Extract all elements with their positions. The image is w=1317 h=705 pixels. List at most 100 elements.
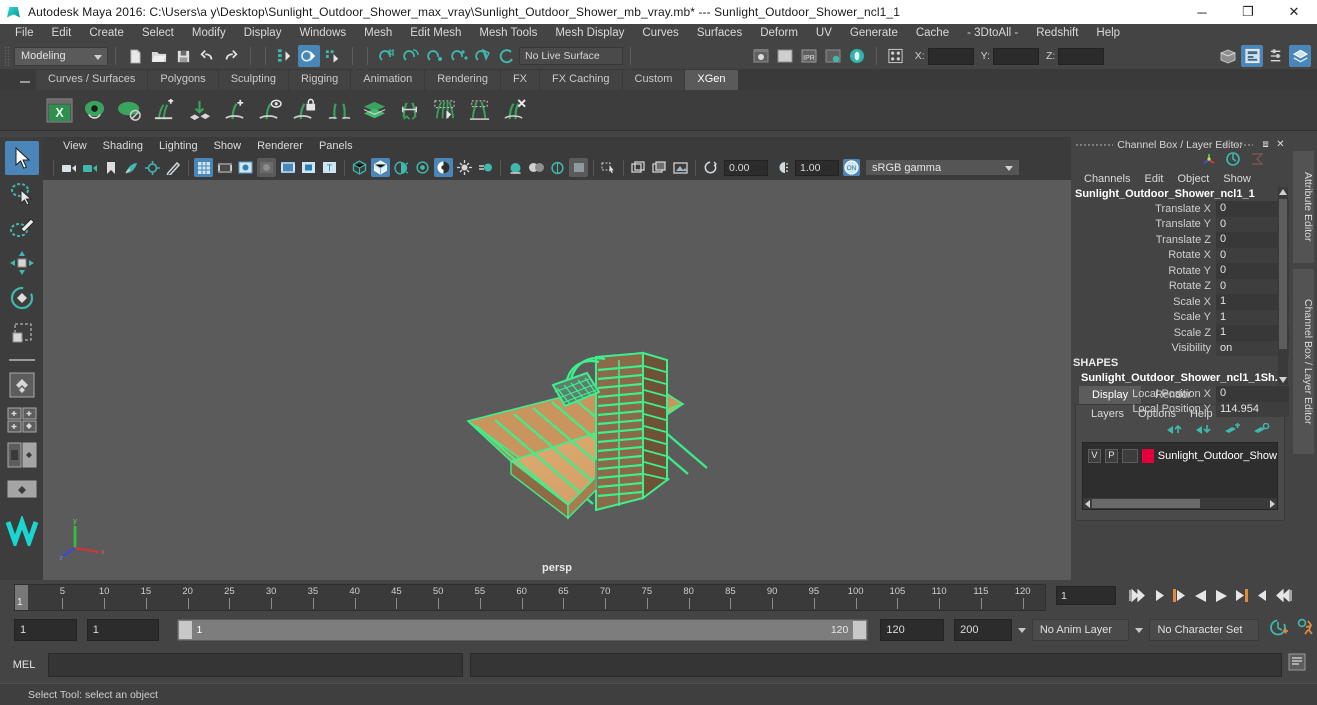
channel-row[interactable]: Translate X0 bbox=[1071, 201, 1289, 217]
step-forward-frame-button[interactable] bbox=[1254, 586, 1272, 605]
close-panel-button[interactable]: ✕ bbox=[1274, 138, 1287, 151]
bake-texture-icon[interactable] bbox=[650, 158, 669, 177]
two-d-pan-zoom-icon[interactable] bbox=[143, 158, 162, 177]
menu-item-windows[interactable]: Windows bbox=[290, 24, 355, 43]
xgen-layers-icon[interactable] bbox=[359, 95, 390, 126]
film-gate-icon[interactable] bbox=[215, 158, 234, 177]
animation-preferences-icon[interactable] bbox=[1297, 618, 1317, 642]
gamma-icon[interactable] bbox=[772, 158, 791, 177]
resolution-gate-icon[interactable] bbox=[236, 158, 255, 177]
exposure-icon[interactable] bbox=[701, 158, 720, 177]
coord-x-field[interactable] bbox=[927, 47, 974, 65]
layer-visibility-toggle[interactable]: V bbox=[1088, 448, 1101, 463]
film-origin-icon[interactable] bbox=[278, 158, 297, 177]
current-frame-field[interactable]: 1 bbox=[1056, 586, 1116, 605]
layer-row[interactable]: V P Sunlight_Outdoor_Show bbox=[1083, 447, 1277, 464]
shelf-tab-fx[interactable]: FX bbox=[500, 70, 540, 90]
color-management-icon[interactable]: ON bbox=[843, 159, 860, 176]
layer-color-swatch[interactable] bbox=[1142, 448, 1154, 463]
toggle-selection-mask-icon[interactable] bbox=[885, 45, 907, 67]
move-layer-up-icon[interactable] bbox=[1166, 422, 1183, 440]
hscroll-thumb[interactable] bbox=[1092, 499, 1200, 508]
channelbox-scrollbar[interactable] bbox=[1278, 187, 1288, 385]
xray-icon[interactable] bbox=[569, 158, 588, 177]
shelf-tab-rendering[interactable]: Rendering bbox=[425, 70, 500, 90]
anim-start-field[interactable]: 1 bbox=[14, 619, 77, 641]
snap-point-icon[interactable] bbox=[424, 45, 446, 67]
paint-select-tool-button[interactable] bbox=[5, 211, 39, 245]
select-component-icon[interactable] bbox=[322, 45, 344, 67]
snap-curve-icon[interactable] bbox=[400, 45, 422, 67]
transform-axes-icon[interactable] bbox=[1201, 152, 1217, 171]
text-overlay-icon[interactable]: T bbox=[320, 158, 339, 177]
scrollbar-thumb[interactable] bbox=[1279, 199, 1287, 349]
xgen-clump-icon[interactable] bbox=[429, 95, 460, 126]
new-scene-icon[interactable] bbox=[124, 45, 146, 67]
minimize-button[interactable]: ─ bbox=[1179, 0, 1225, 24]
animation-curve-icon[interactable] bbox=[1225, 151, 1241, 171]
viewport-canvas[interactable]: y x z persp bbox=[43, 180, 1071, 580]
layer-name[interactable]: Sunlight_Outdoor_Show bbox=[1158, 450, 1277, 462]
channel-value[interactable]: 0 bbox=[1216, 386, 1289, 402]
live-surface-field[interactable]: No Live Surface bbox=[519, 47, 623, 65]
scroll-left-icon[interactable] bbox=[1085, 499, 1090, 508]
show-channel-box-icon[interactable] bbox=[1265, 45, 1287, 67]
channel-row[interactable]: Visibility on bbox=[1071, 340, 1289, 356]
chevron-down-icon[interactable] bbox=[1017, 627, 1026, 633]
step-back-key-button[interactable] bbox=[1170, 586, 1188, 605]
character-set-dropdown[interactable]: No Character Set bbox=[1149, 619, 1259, 641]
step-back-frame-button[interactable] bbox=[1149, 586, 1167, 605]
shelf-tab-animation[interactable]: Animation bbox=[351, 70, 425, 90]
menu-item-modify[interactable]: Modify bbox=[183, 24, 235, 43]
save-scene-icon[interactable] bbox=[172, 45, 194, 67]
channelbox-menu-channels[interactable]: Channels bbox=[1077, 173, 1137, 185]
snapshot-icon[interactable] bbox=[671, 158, 690, 177]
move-tool-button[interactable] bbox=[5, 246, 39, 280]
create-new-layer-icon[interactable] bbox=[1224, 422, 1241, 440]
single-perspective-layout-button[interactable] bbox=[5, 403, 39, 437]
statusline-grip[interactable] bbox=[4, 46, 11, 66]
menu-item-curves[interactable]: Curves bbox=[633, 24, 687, 43]
layer-list[interactable]: V P Sunlight_Outdoor_Show bbox=[1082, 442, 1278, 510]
show-layer-editor-icon[interactable] bbox=[1289, 45, 1312, 67]
select-hierarchy-icon[interactable] bbox=[274, 45, 296, 67]
shelf-tab-xgen[interactable]: XGen bbox=[685, 70, 738, 90]
scroll-up-icon[interactable] bbox=[1279, 189, 1287, 195]
redo-render-icon[interactable] bbox=[774, 45, 796, 67]
safe-action-icon[interactable] bbox=[299, 158, 318, 177]
coord-z-field[interactable] bbox=[1058, 47, 1105, 65]
use-all-lights-icon[interactable] bbox=[413, 158, 432, 177]
xgen-preview-guide-icon[interactable] bbox=[254, 95, 285, 126]
range-handle-right[interactable] bbox=[853, 621, 867, 639]
menuset-dropdown[interactable]: Modeling bbox=[14, 46, 108, 66]
channel-row[interactable]: Translate Z0 bbox=[1071, 232, 1289, 248]
menu-item-display[interactable]: Display bbox=[235, 24, 291, 43]
go-to-start-button[interactable] bbox=[1128, 586, 1146, 605]
scroll-right-icon[interactable] bbox=[1270, 499, 1275, 508]
lock-camera-icon[interactable] bbox=[80, 158, 99, 177]
channel-value[interactable]: 114.954 bbox=[1216, 401, 1289, 417]
tab-attribute-editor[interactable]: Attribute Editor bbox=[1293, 151, 1314, 263]
shelf-tab-fx-caching[interactable]: FX Caching bbox=[540, 70, 622, 90]
channelbox-menu-object[interactable]: Object bbox=[1170, 173, 1216, 185]
menu-item-select[interactable]: Select bbox=[133, 24, 183, 43]
shelf-tab-curves-surfaces[interactable]: Curves / Surfaces bbox=[36, 70, 148, 90]
viewport-menu-lighting[interactable]: Lighting bbox=[151, 140, 206, 152]
xgen-preview-icon[interactable] bbox=[79, 95, 110, 126]
menu-item-edit-mesh[interactable]: Edit Mesh bbox=[401, 24, 470, 43]
range-start-field[interactable]: 1 bbox=[86, 619, 160, 641]
open-scene-icon[interactable] bbox=[148, 45, 170, 67]
maximize-button[interactable]: ❐ bbox=[1225, 0, 1271, 24]
make-live-icon[interactable] bbox=[496, 45, 518, 67]
last-tool-used-button[interactable] bbox=[5, 368, 39, 402]
menu-item-generate[interactable]: Generate bbox=[841, 24, 907, 43]
xgen-geometry-icon[interactable] bbox=[114, 95, 145, 126]
xgen-part-icon[interactable] bbox=[324, 95, 355, 126]
shelf-tab-sculpting[interactable]: Sculpting bbox=[218, 70, 288, 90]
step-forward-key-button[interactable] bbox=[1233, 586, 1251, 605]
menu-item-create[interactable]: Create bbox=[80, 24, 133, 43]
smooth-shade-icon[interactable] bbox=[371, 158, 390, 177]
snap-view-plane-icon[interactable] bbox=[472, 45, 494, 67]
close-button[interactable]: ✕ bbox=[1271, 0, 1317, 24]
viewport-menu-panels[interactable]: Panels bbox=[311, 140, 361, 152]
